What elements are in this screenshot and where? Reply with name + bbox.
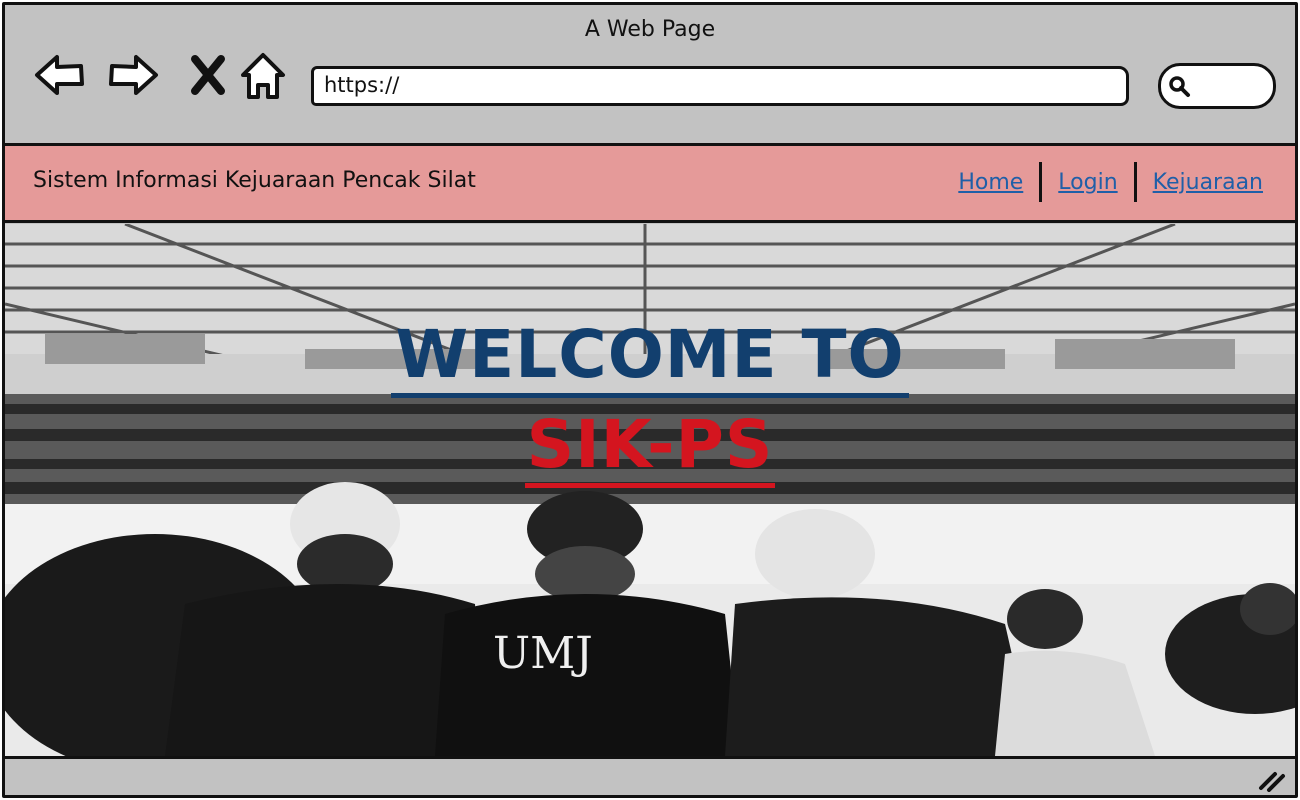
home-icon: [241, 53, 285, 99]
forward-arrow-icon: [109, 55, 158, 95]
address-bar[interactable]: https://: [311, 66, 1129, 106]
jersey-text: UMJ: [493, 628, 593, 679]
arena-crowd-image: UMJ: [5, 224, 1295, 756]
home-button[interactable]: [235, 47, 291, 103]
hero-banner: UMJ WELCOME TO SIK-PS: [5, 224, 1295, 756]
site-navbar: Sistem Informasi Kejuaraan Pencak Silat …: [5, 143, 1295, 223]
nav-link-home[interactable]: Home: [950, 170, 1031, 195]
welcome-heading: WELCOME TO: [5, 316, 1295, 398]
resize-grip-icon[interactable]: [1257, 768, 1287, 792]
forward-button[interactable]: [106, 47, 162, 103]
window-title: A Web Page: [584, 17, 716, 42]
browser-window: A Web Page https:// Sistem Informasi Kej…: [2, 2, 1298, 798]
nav-separator: [1133, 162, 1137, 202]
back-arrow-icon: [35, 55, 84, 95]
search-field[interactable]: [1158, 63, 1276, 109]
site-brand: Sistem Informasi Kejuaraan Pencak Silat: [33, 168, 476, 193]
back-button[interactable]: [31, 47, 87, 103]
browser-toolbar: A Web Page https://: [5, 5, 1295, 141]
search-icon: [1169, 76, 1190, 97]
nav-link-login[interactable]: Login: [1050, 170, 1125, 195]
status-bar: [5, 756, 1295, 795]
site-acronym-heading: SIK-PS: [5, 406, 1295, 488]
close-x-icon: [191, 55, 225, 95]
nav-link-kejuaraan[interactable]: Kejuaraan: [1145, 170, 1271, 195]
nav-links: Home Login Kejuaraan: [950, 160, 1271, 204]
nav-separator: [1039, 162, 1043, 202]
url-text: https://: [324, 73, 400, 97]
stop-button[interactable]: [181, 47, 237, 103]
